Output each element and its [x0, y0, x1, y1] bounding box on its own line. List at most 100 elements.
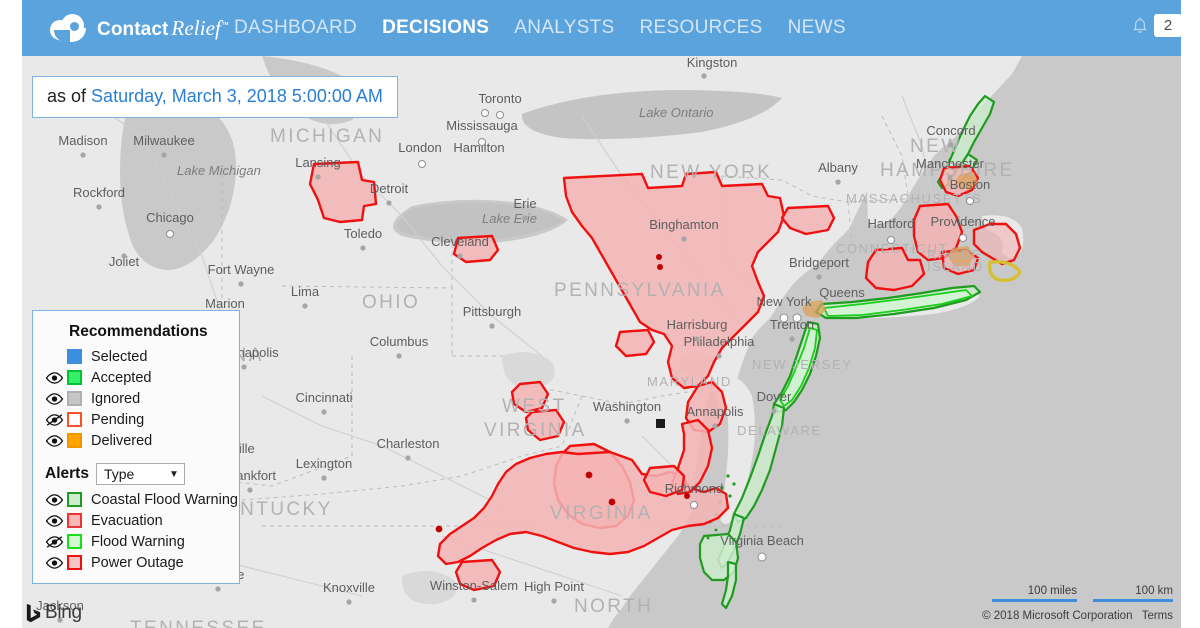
recommendation-color-swatch: [67, 433, 82, 448]
bing-mark-icon: [26, 603, 41, 623]
eye-icon[interactable]: [45, 434, 64, 448]
city-label: Bridgeport: [789, 255, 849, 270]
recommendation-color-swatch: [67, 412, 82, 427]
as-of-timestamp-box: as of Saturday, March 3, 2018 5:00:00 AM: [32, 76, 398, 118]
chevron-down-icon: ▼: [169, 468, 179, 480]
recommendation-legend-label: Ignored: [91, 390, 141, 407]
recommendation-legend-label: Accepted: [91, 369, 152, 386]
nav-item-news[interactable]: NEWS: [788, 17, 846, 39]
city-label: Toronto: [478, 91, 521, 106]
alert-legend-label: Coastal Flood Warning: [91, 491, 238, 508]
scale-km-bar: [1093, 599, 1173, 602]
alerts-header: Alerts Type ▼: [45, 463, 229, 485]
city-label: Washington: [593, 399, 661, 414]
city-label: Philadelphia: [684, 334, 756, 349]
state-label: NEW YORK: [650, 162, 772, 183]
eye-slash-icon[interactable]: [45, 413, 64, 427]
lake-label: Lake Erie: [482, 211, 537, 226]
state-label: NORTH: [574, 596, 653, 617]
nav-item-decisions[interactable]: DECISIONS: [382, 17, 489, 39]
city-dots: [166, 109, 974, 562]
city-label: Providence: [930, 214, 995, 229]
state-label: ISLAND: [927, 259, 984, 274]
eye-icon[interactable]: [45, 392, 64, 406]
city-label: Boston: [950, 177, 990, 192]
city-label: Harrisburg: [667, 317, 728, 332]
city-label: Charleston: [377, 436, 440, 451]
recommendation-legend-row[interactable]: Accepted: [45, 367, 229, 388]
eye-slash-icon[interactable]: [45, 535, 64, 549]
city-label: Annapolis: [686, 404, 744, 419]
lake-labels: Lake Ontario Lake Erie Lake Michigan: [177, 105, 713, 226]
city-label: New York: [757, 294, 812, 309]
copyright-text: © 2018 Microsoft Corporation: [982, 610, 1133, 622]
state-label: PENNSYLVANIA: [554, 280, 726, 301]
alert-legend-label: Power Outage: [91, 554, 184, 571]
city-label: Detroit: [370, 181, 409, 196]
brand-name: Contact Relief™: [97, 16, 229, 41]
map-scale-bar: 100 miles 100 km: [992, 585, 1173, 602]
city-label: Knoxville: [323, 580, 375, 595]
city-label: London: [398, 140, 441, 155]
scale-km-label: 100 km: [1135, 585, 1173, 597]
recommendation-legend-row[interactable]: Delivered: [45, 430, 229, 451]
nav-item-resources[interactable]: RESOURCES: [640, 17, 763, 39]
city-label: Lima: [291, 284, 320, 299]
bing-logo[interactable]: Bing: [22, 600, 87, 626]
cloud-logo-icon: [50, 14, 90, 42]
alert-legend-row[interactable]: Flood Warning: [45, 531, 229, 552]
main-nav: DASHBOARD DECISIONS ANALYSTS RESOURCES N…: [234, 0, 846, 56]
as-of-datetime[interactable]: Saturday, March 3, 2018 5:00:00 AM: [91, 86, 383, 106]
alert-legend-label: Flood Warning: [91, 533, 185, 550]
alert-color-swatch: [67, 534, 82, 549]
bing-wordmark: Bing: [45, 602, 82, 623]
lake-label: Lake Michigan: [177, 163, 261, 178]
city-label: Rockford: [73, 185, 125, 200]
nav-item-dashboard[interactable]: DASHBOARD: [234, 17, 357, 39]
brand-contact: Contact: [97, 18, 169, 40]
scale-miles: 100 miles: [992, 585, 1077, 602]
city-label: Albany: [818, 160, 858, 175]
notification-count-badge[interactable]: 2: [1154, 14, 1182, 37]
scale-km: 100 km: [1093, 585, 1173, 602]
city-label: Virginia Beach: [720, 533, 804, 548]
alerts-title: Alerts: [45, 465, 89, 482]
state-label: TENNESSEE: [130, 618, 267, 628]
eye-icon[interactable]: [45, 556, 64, 570]
alert-legend-row[interactable]: Evacuation: [45, 510, 229, 531]
recommendations-list: Selected Accepted Ignored Pending Delivered: [45, 346, 229, 451]
recommendation-color-swatch: [67, 370, 82, 385]
nav-item-analysts[interactable]: ANALYSTS: [514, 17, 614, 39]
bell-icon[interactable]: [1130, 15, 1150, 37]
brand-logo[interactable]: Contact Relief™: [50, 9, 229, 47]
alert-legend-row[interactable]: Coastal Flood Warning: [45, 489, 238, 510]
eye-icon[interactable]: [45, 371, 64, 385]
eye-icon[interactable]: [45, 493, 64, 507]
scale-miles-bar: [992, 599, 1077, 602]
city-label: Binghamton: [649, 217, 718, 232]
state-label: MARYLAND: [647, 374, 732, 389]
map-canvas[interactable]: MICHIGAN NEW YORK NEW HAMPSHIRE MASSACHUSETT…: [22, 56, 1181, 628]
city-label: Cleveland: [431, 234, 489, 249]
recommendation-legend-row[interactable]: Pending: [45, 409, 229, 430]
recommendation-color-swatch: [67, 349, 82, 364]
city-label: Lansing: [295, 155, 341, 170]
city-label: Kingston: [687, 56, 738, 70]
notifications-area[interactable]: 2: [1130, 14, 1182, 37]
recommendation-legend-row[interactable]: Ignored: [45, 388, 229, 409]
alert-legend-row[interactable]: Power Outage: [45, 552, 229, 573]
as-of-prefix: as of: [47, 86, 87, 106]
eye-icon[interactable]: [45, 514, 64, 528]
app-root: Contact Relief™ DASHBOARD DECISIONS ANALY…: [0, 0, 1200, 628]
terms-link[interactable]: Terms: [1142, 610, 1173, 622]
state-label: NEW: [910, 136, 962, 157]
city-label: Lexington: [296, 456, 352, 471]
map-attribution: © 2018 Microsoft Corporation Terms: [982, 610, 1173, 622]
alert-color-swatch: [67, 555, 82, 570]
city-label: Manchester: [916, 156, 985, 171]
recommendation-legend-row[interactable]: Selected: [45, 346, 229, 367]
recommendation-legend-label: Selected: [91, 348, 148, 365]
alert-type-select[interactable]: Type ▼: [95, 463, 185, 485]
city-label: Chicago: [146, 210, 194, 225]
recommendations-title: Recommendations: [69, 323, 208, 340]
